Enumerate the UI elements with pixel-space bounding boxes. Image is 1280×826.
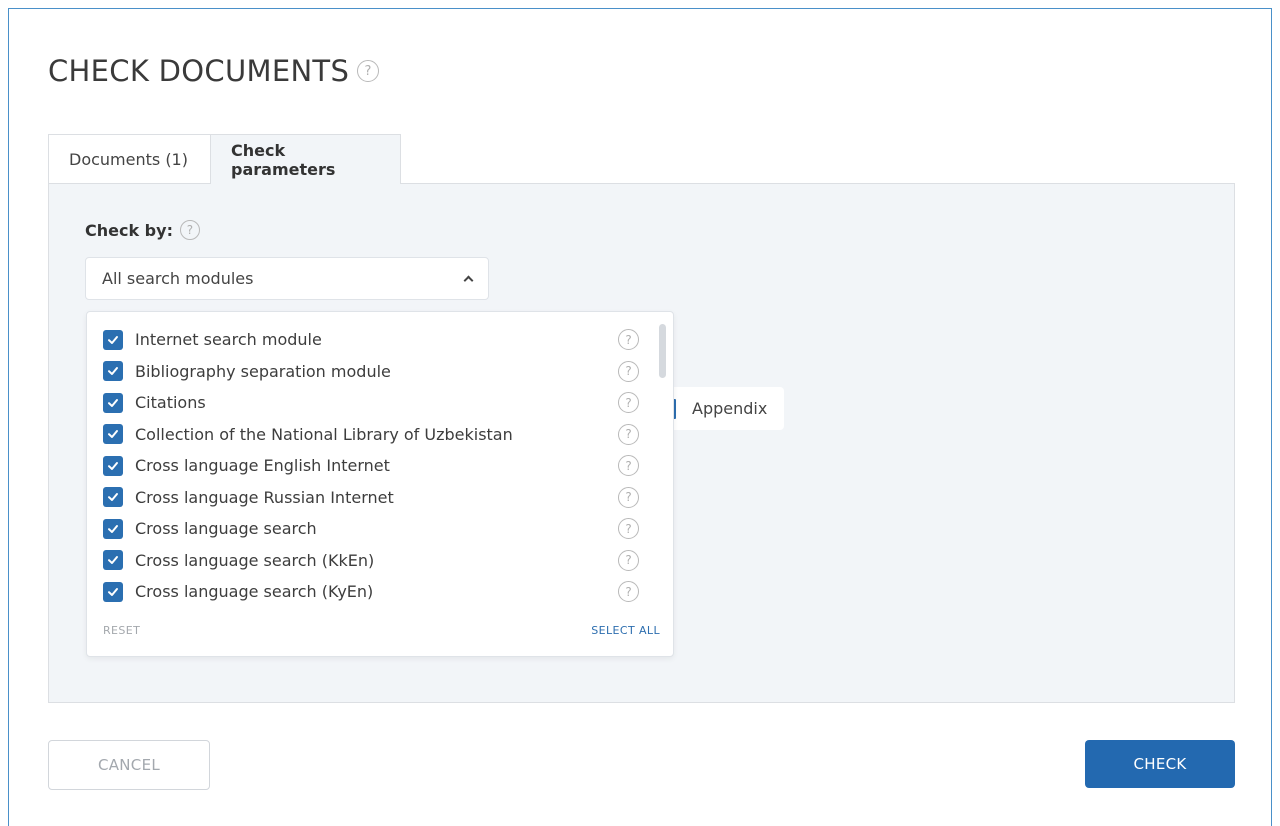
page-title: CHECK DOCUMENTS ?: [48, 54, 380, 88]
help-circle-icon[interactable]: ?: [618, 329, 639, 351]
check-icon: [108, 430, 118, 439]
module-option[interactable]: Cross language search (KkEn)?: [103, 545, 649, 577]
module-option-label: Cross language search (KyEn): [135, 582, 374, 602]
module-option-label: Bibliography separation module: [135, 361, 391, 381]
check-icon: [108, 398, 118, 407]
dropdown-footer: RESET SELECT ALL: [103, 624, 660, 637]
module-option-label: Cross language search (KkEn): [135, 550, 375, 570]
module-option-label: Cross language search: [135, 519, 317, 539]
dropdown-scrollbar[interactable]: [659, 324, 666, 378]
search-modules-selected: All search modules: [102, 269, 254, 288]
check-icon: [108, 556, 118, 565]
module-option-label: Collection of the National Library of Uz…: [135, 424, 513, 444]
module-checkbox[interactable]: [103, 518, 123, 539]
module-option[interactable]: Cross language English Internet?: [103, 450, 649, 482]
module-checkbox[interactable]: [103, 392, 123, 413]
tab-check-parameters-label: Check parameters: [231, 140, 336, 179]
module-checkbox[interactable]: [103, 455, 123, 476]
check-by-label-text: Check by:: [85, 220, 173, 240]
search-modules-select[interactable]: All search modules: [85, 257, 489, 300]
appendix-checkbox[interactable]: Appendix: [662, 387, 784, 430]
chevron-up-icon: [463, 275, 474, 286]
module-checkbox[interactable]: [103, 487, 123, 508]
module-checkbox[interactable]: [103, 550, 123, 571]
check-icon: [108, 493, 118, 502]
help-circle-icon[interactable]: ?: [618, 423, 639, 445]
help-circle-icon[interactable]: ?: [618, 392, 639, 414]
check-icon: [108, 587, 118, 596]
appendix-label: Appendix: [692, 399, 768, 418]
help-circle-icon[interactable]: ?: [618, 518, 639, 540]
tab-documents[interactable]: Documents (1): [48, 134, 211, 184]
help-circle-icon[interactable]: ?: [179, 220, 200, 240]
module-checkbox[interactable]: [103, 581, 123, 602]
help-circle-icon[interactable]: ?: [618, 549, 639, 571]
module-option-label: Cross language Russian Internet: [135, 487, 394, 507]
help-circle-icon[interactable]: ?: [618, 486, 639, 508]
help-circle-icon[interactable]: ?: [618, 455, 639, 477]
check-by-label: Check by: ?: [85, 220, 200, 240]
module-option[interactable]: Collection of the National Library of Uz…: [103, 419, 649, 451]
tab-check-parameters[interactable]: Check parameters: [210, 134, 401, 184]
page-title-text: CHECK DOCUMENTS: [48, 54, 350, 88]
help-circle-icon[interactable]: ?: [357, 60, 380, 82]
module-option-label: Citations: [135, 393, 206, 413]
module-checkbox[interactable]: [103, 424, 123, 445]
module-option[interactable]: Cross language search?: [103, 513, 649, 545]
help-circle-icon[interactable]: ?: [618, 360, 639, 382]
select-all-button[interactable]: SELECT ALL: [591, 624, 660, 637]
module-option[interactable]: Internet search module?: [103, 324, 649, 356]
module-option[interactable]: Cross language search (KyEn)?: [103, 576, 649, 608]
cancel-button[interactable]: CANCEL: [48, 740, 210, 790]
check-icon: [108, 461, 118, 470]
search-modules-list: Internet search module? Bibliography sepa…: [103, 324, 649, 608]
check-button[interactable]: CHECK: [1085, 740, 1235, 788]
module-option-label: Cross language English Internet: [135, 456, 390, 476]
tab-documents-label: Documents (1): [69, 150, 188, 169]
module-option[interactable]: Bibliography separation module?: [103, 356, 649, 388]
check-icon: [108, 367, 118, 376]
module-option[interactable]: Citations?: [103, 387, 649, 419]
check-icon: [108, 524, 118, 533]
search-modules-dropdown: Internet search module? Bibliography sepa…: [86, 311, 674, 657]
tab-bar: Documents (1) Check parameters: [48, 134, 401, 184]
module-option[interactable]: Cross language Russian Internet?: [103, 482, 649, 514]
module-checkbox[interactable]: [103, 329, 123, 350]
module-checkbox[interactable]: [103, 361, 123, 382]
help-circle-icon[interactable]: ?: [618, 581, 639, 603]
check-icon: [108, 335, 118, 344]
reset-button[interactable]: RESET: [103, 624, 140, 637]
module-option-label: Internet search module: [135, 330, 322, 350]
